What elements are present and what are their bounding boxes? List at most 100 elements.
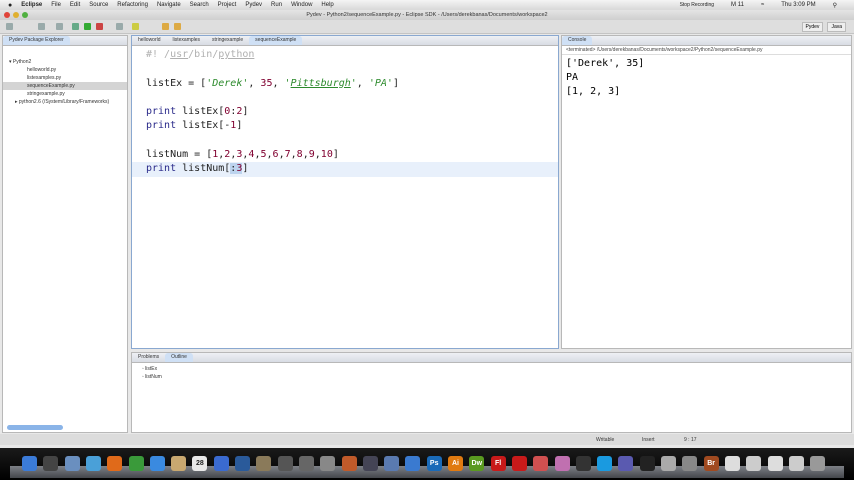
apple-icon[interactable]: ● (8, 2, 12, 9)
tab-problems[interactable]: Problems (132, 353, 165, 362)
bridge-icon[interactable]: Br (703, 456, 719, 471)
status-position: 9 : 17 (684, 437, 697, 443)
dreamweaver-icon[interactable]: Dw (469, 456, 485, 471)
menu-file[interactable]: File (51, 2, 61, 8)
menu-pydev[interactable]: Pydev (245, 2, 262, 8)
preview-icon[interactable] (64, 456, 80, 471)
perspective-java[interactable]: Java (827, 22, 846, 32)
outline-panel: Problems Outline ◦ listEx ◦ listNum (131, 352, 852, 433)
photo-booth-icon[interactable] (298, 456, 314, 471)
perspective-pydev[interactable]: Pydev (801, 22, 824, 32)
menu-bar: ● Eclipse File Edit Source Refactoring N… (0, 0, 854, 10)
textedit-icon[interactable] (171, 456, 187, 471)
tree-file[interactable]: stringexample.py (3, 90, 127, 98)
tab-sequenceexample[interactable]: sequenceExample (249, 36, 303, 45)
close-button[interactable] (4, 12, 10, 18)
print-icon[interactable] (56, 23, 63, 30)
instruments-icon[interactable] (384, 456, 400, 471)
menu-navigate[interactable]: Navigate (157, 2, 181, 8)
keynote-icon[interactable] (341, 456, 357, 471)
doc-icon[interactable] (724, 456, 740, 471)
console-terminated: <terminated> /Users/derekbanas/Documents… (562, 46, 851, 55)
menu-refactoring[interactable]: Refactoring (117, 2, 148, 8)
finder-icon[interactable] (22, 456, 37, 471)
tab-package-explorer[interactable]: Pydev Package Explorer (3, 36, 70, 45)
annotation-icon[interactable] (132, 23, 139, 30)
tree-file[interactable]: helloworld.py (3, 66, 127, 74)
save-icon[interactable] (38, 23, 45, 30)
forward-icon[interactable] (174, 23, 181, 30)
menu-source[interactable]: Source (89, 2, 108, 8)
clapper-icon[interactable] (575, 456, 591, 471)
zoom-button[interactable] (22, 12, 28, 18)
outline-item[interactable]: ◦ listEx (132, 365, 851, 373)
new-icon[interactable] (6, 23, 13, 30)
stack-icon[interactable] (767, 456, 783, 471)
code-area[interactable]: #! /usr/bin/python listEx = ['Derek', 35… (132, 46, 558, 177)
app-pink-icon[interactable] (554, 456, 570, 471)
acrobat-icon[interactable] (511, 456, 527, 471)
skype-icon[interactable] (597, 456, 613, 471)
menu-project[interactable]: Project (218, 2, 237, 8)
xcode-icon[interactable] (362, 456, 378, 471)
debug-icon[interactable] (72, 23, 79, 30)
status-writable: Writable (596, 437, 615, 443)
xcode-blue-icon[interactable] (405, 456, 421, 471)
menu-window[interactable]: Window (291, 2, 312, 8)
flash-icon[interactable]: Fl (490, 456, 506, 471)
downloads-icon[interactable] (788, 456, 804, 471)
tree-file-selected[interactable]: sequenceExample.py (3, 82, 127, 90)
console-line: [1, 2, 3] (566, 86, 621, 97)
menu-help[interactable]: Help (321, 2, 333, 8)
wifi-icon[interactable]: ≈ (761, 2, 764, 9)
firefox-icon[interactable] (107, 456, 123, 471)
browser-icon[interactable] (618, 456, 634, 471)
tab-helloworld[interactable]: helloworld (132, 36, 167, 45)
dashboard-icon[interactable] (43, 456, 59, 471)
tab-stringexample[interactable]: stringexample (206, 36, 249, 45)
script-icon[interactable] (682, 456, 698, 471)
itunes-icon[interactable] (213, 456, 229, 471)
menu-edit[interactable]: Edit (70, 2, 80, 8)
system-prefs-icon[interactable] (320, 456, 336, 471)
clock[interactable]: Thu 3:09 PM (781, 2, 815, 9)
trash-icon[interactable] (810, 456, 826, 471)
terminal-icon[interactable] (639, 456, 655, 471)
tree-project[interactable]: ▾ Python2 (3, 58, 127, 66)
package-explorer: Pydev Package Explorer ▾ Python2 hellowo… (2, 35, 128, 433)
menu-app[interactable]: Eclipse (21, 2, 42, 8)
tree-interpreter[interactable]: ▸ python2.6 (/System/Library/Frameworks) (3, 98, 127, 106)
photoshop-icon[interactable]: Ps (426, 456, 442, 471)
illustrator-icon[interactable]: Ai (448, 456, 463, 471)
imovie-icon[interactable] (277, 456, 293, 471)
tree-file[interactable]: listexamples.py (3, 74, 127, 82)
tab-console[interactable]: Console (562, 36, 593, 45)
back-icon[interactable] (162, 23, 169, 30)
tab-listexamples[interactable]: listexamples (167, 36, 207, 45)
stop-recording[interactable]: Stop Recording (680, 2, 714, 9)
horizontal-scrollbar[interactable] (7, 425, 63, 430)
iphoto-icon[interactable] (256, 456, 272, 471)
quicktime-icon[interactable] (235, 456, 250, 471)
memory-status[interactable]: M 11 (731, 2, 744, 9)
ical-icon[interactable]: 28 (192, 456, 208, 471)
status-bar: Writable Insert 9 : 17 (0, 434, 854, 445)
chrome-icon[interactable] (128, 456, 144, 471)
run-icon[interactable] (84, 23, 91, 30)
spotlight-icon[interactable]: ⚲ (833, 2, 837, 9)
search-icon[interactable] (116, 23, 123, 30)
minimize-button[interactable] (13, 12, 19, 18)
ichat-icon[interactable] (149, 456, 165, 471)
safari-icon[interactable] (85, 456, 101, 471)
menu-run[interactable]: Run (271, 2, 282, 8)
console-line: PA (566, 72, 579, 83)
editor: helloworld listexamples stringexample se… (131, 35, 559, 349)
reader-icon[interactable] (533, 456, 549, 471)
notes-icon[interactable] (746, 456, 762, 471)
external-tools-icon[interactable] (96, 23, 103, 30)
menu-search[interactable]: Search (190, 2, 209, 8)
tab-outline[interactable]: Outline (165, 353, 193, 362)
toolbar: Pydev Java (0, 20, 854, 34)
calculator-icon[interactable] (661, 456, 676, 471)
outline-item[interactable]: ◦ listNum (132, 373, 851, 381)
